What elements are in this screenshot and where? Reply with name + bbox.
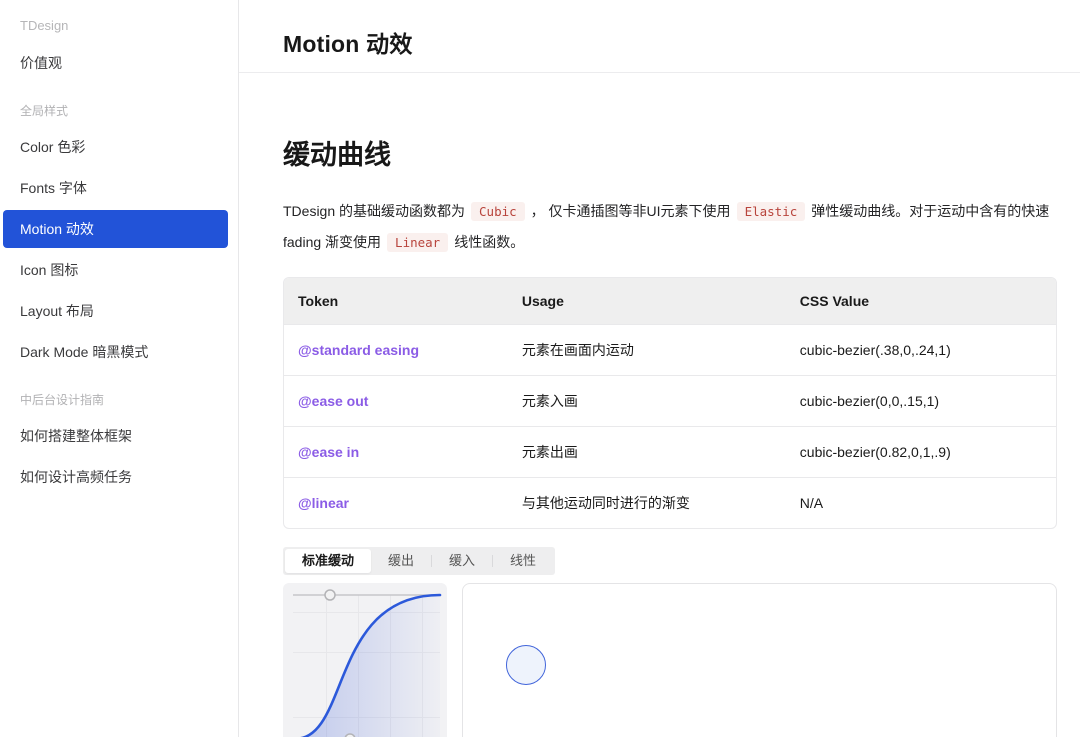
intro-text: TDesign 的基础缓动函数都为	[283, 203, 465, 219]
css-cell: cubic-bezier(0.82,0,1,.9)	[786, 426, 1056, 477]
demo-row	[283, 583, 1057, 737]
motion-demo-ball	[506, 645, 546, 685]
token-linear: @linear	[284, 477, 508, 528]
table-row: @ease out 元素入画 cubic-bezier(0,0,.15,1)	[284, 375, 1056, 426]
sidebar-item-framework[interactable]: 如何搭建整体框架	[3, 417, 228, 455]
token-ease-in: @ease in	[284, 426, 508, 477]
usage-cell: 元素出画	[508, 426, 786, 477]
sidebar-item-values[interactable]: 价值观	[3, 44, 228, 82]
intro-text: 线性函数。	[454, 234, 524, 250]
tab-ease-in[interactable]: 缓入	[432, 549, 492, 573]
page-title: Motion 动效	[283, 25, 1080, 59]
table-row: @ease in 元素出画 cubic-bezier(0.82,0,1,.9)	[284, 426, 1056, 477]
tdesign-docs-app: TDesign 价值观 全局样式 Color 色彩 Fonts 字体 Motio…	[0, 0, 1080, 737]
bezier-curve-graphic	[283, 583, 447, 737]
sidebar-item-darkmode[interactable]: Dark Mode 暗黑模式	[3, 333, 228, 371]
curve-fill	[295, 595, 440, 737]
page-header: Motion 动效	[239, 0, 1080, 73]
section-title: 缓动曲线	[283, 133, 1057, 172]
col-token: Token	[284, 278, 508, 324]
sidebar-section-global-styles: 全局样式	[0, 98, 238, 124]
motion-demo-stage	[462, 583, 1057, 737]
bezier-curve-panel	[283, 583, 447, 737]
css-cell: cubic-bezier(0,0,.15,1)	[786, 375, 1056, 426]
tab-standard-easing[interactable]: 标准缓动	[285, 549, 371, 573]
easing-tabs: 标准缓动 缓出 缓入 线性	[283, 547, 555, 575]
code-linear: Linear	[387, 233, 448, 252]
sidebar-item-icon[interactable]: Icon 图标	[3, 251, 228, 289]
col-css-value: CSS Value	[786, 278, 1056, 324]
code-cubic: Cubic	[471, 202, 525, 221]
token-standard-easing: @standard easing	[284, 324, 508, 375]
easing-table-wrap: Token Usage CSS Value @standard easing 元…	[283, 277, 1057, 529]
usage-cell: 与其他运动同时进行的渐变	[508, 477, 786, 528]
sidebar-item-tasks[interactable]: 如何设计高频任务	[3, 458, 228, 496]
usage-cell: 元素在画面内运动	[508, 324, 786, 375]
css-cell: cubic-bezier(.38,0,.24,1)	[786, 324, 1056, 375]
col-usage: Usage	[508, 278, 786, 324]
tab-linear[interactable]: 线性	[493, 549, 553, 573]
easing-table: Token Usage CSS Value @standard easing 元…	[284, 278, 1056, 528]
table-row: @linear 与其他运动同时进行的渐变 N/A	[284, 477, 1056, 528]
table-header-row: Token Usage CSS Value	[284, 278, 1056, 324]
table-row: @standard easing 元素在画面内运动 cubic-bezier(.…	[284, 324, 1056, 375]
tab-ease-out[interactable]: 缓出	[371, 549, 431, 573]
css-cell: N/A	[786, 477, 1056, 528]
sidebar-item-color[interactable]: Color 色彩	[3, 128, 228, 166]
bezier-handle-p2[interactable]	[325, 590, 335, 600]
intro-text: ， 仅卡通插图等非UI元素下使用	[531, 203, 731, 219]
sidebar-section-guide: 中后台设计指南	[0, 387, 238, 413]
sidebar-item-fonts[interactable]: Fonts 字体	[3, 169, 228, 207]
sidebar: TDesign 价值观 全局样式 Color 色彩 Fonts 字体 Motio…	[0, 0, 239, 737]
token-ease-out: @ease out	[284, 375, 508, 426]
sidebar-item-motion[interactable]: Motion 动效	[3, 210, 228, 248]
brand-label: TDesign	[0, 18, 238, 34]
sidebar-item-layout[interactable]: Layout 布局	[3, 292, 228, 330]
main-area: Motion 动效 缓动曲线 TDesign 的基础缓动函数都为 Cubic ， 仅…	[239, 0, 1080, 737]
code-elastic: Elastic	[737, 202, 806, 221]
intro-paragraph: TDesign 的基础缓动函数都为 Cubic ， 仅卡通插图等非UI元素下使用 El…	[283, 196, 1057, 258]
content: 缓动曲线 TDesign 的基础缓动函数都为 Cubic ， 仅卡通插图等非UI元素…	[239, 133, 1080, 737]
usage-cell: 元素入画	[508, 375, 786, 426]
